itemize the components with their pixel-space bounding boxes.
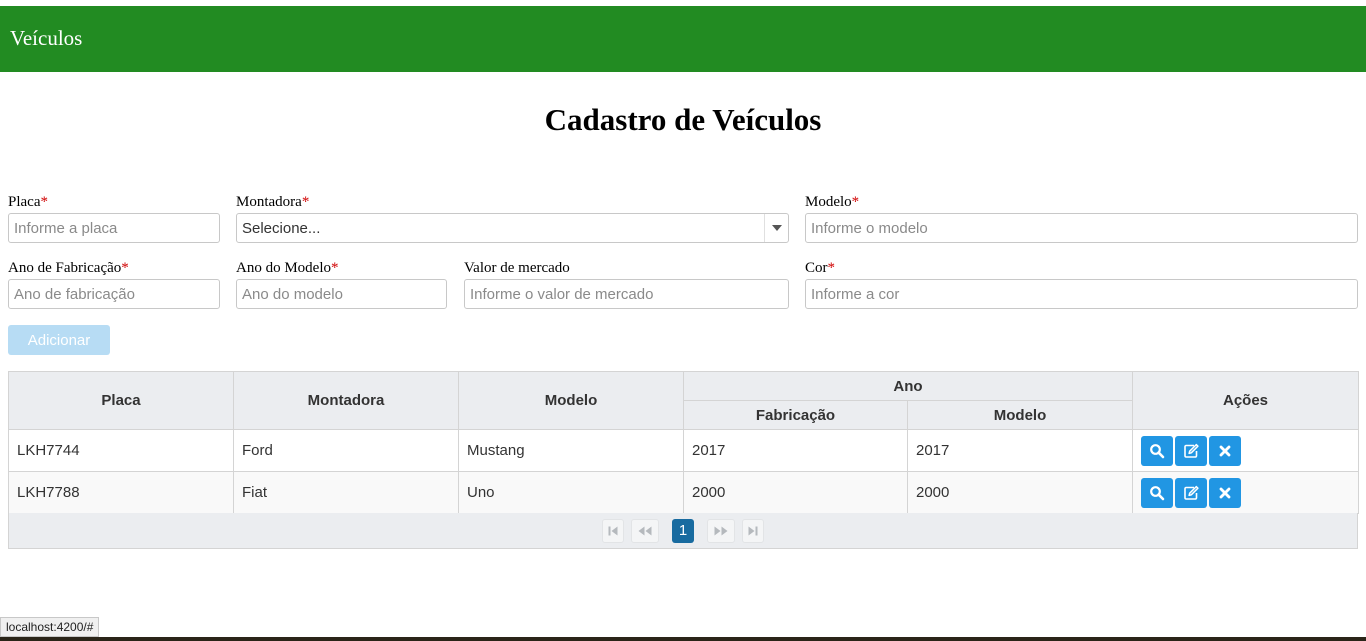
cell-ano-modelo: 2017 bbox=[906, 429, 1134, 472]
cell-placa: LKH7788 bbox=[8, 471, 234, 514]
last-page-icon bbox=[748, 526, 758, 536]
cell-acoes bbox=[1132, 471, 1360, 514]
column-header-placa[interactable]: Placa bbox=[8, 371, 234, 430]
edit-button[interactable] bbox=[1175, 435, 1208, 466]
column-header-acoes: Ações bbox=[1132, 371, 1360, 430]
cell-fabricacao: 2017 bbox=[683, 429, 908, 472]
valor-mercado-input[interactable] bbox=[464, 279, 789, 309]
placa-label: Placa* bbox=[8, 194, 48, 211]
modelo-label: Modelo* bbox=[805, 194, 859, 211]
delete-button[interactable] bbox=[1209, 477, 1242, 508]
taskbar-strip bbox=[0, 637, 1366, 641]
page-button-current[interactable]: 1 bbox=[672, 519, 694, 543]
last-page-button[interactable] bbox=[742, 519, 764, 543]
placa-label-text: Placa bbox=[8, 194, 41, 210]
modelo-input[interactable] bbox=[805, 213, 1358, 243]
browser-status-url: localhost:4200/# bbox=[0, 617, 100, 637]
montadora-label-text: Montadora bbox=[236, 194, 302, 210]
search-icon bbox=[1150, 443, 1165, 458]
cell-acoes bbox=[1132, 429, 1360, 472]
table-header: Placa Montadora Modelo Ano Ações Fabrica… bbox=[8, 371, 1360, 430]
required-mark: * bbox=[827, 260, 836, 276]
valor-mercado-label-text: Valor de mercado bbox=[464, 260, 570, 276]
ano-fabricacao-label: Ano de Fabricação* bbox=[8, 260, 129, 277]
placa-input[interactable] bbox=[8, 213, 220, 243]
montadora-selected-value: Selecione... bbox=[242, 220, 321, 237]
modelo-label-text: Modelo bbox=[805, 194, 852, 210]
add-button[interactable]: Adicionar bbox=[8, 325, 110, 355]
ano-modelo-label-text: Ano do Modelo bbox=[236, 260, 331, 276]
table-row: LKH7788 Fiat Uno 2000 2000 bbox=[8, 471, 1360, 514]
table-row: LKH7744 Ford Mustang 2017 2017 bbox=[8, 429, 1360, 472]
navbar-brand[interactable]: Veículos bbox=[10, 26, 82, 51]
required-mark: * bbox=[40, 194, 48, 210]
fast-forward-icon bbox=[714, 526, 728, 536]
column-header-fabricacao[interactable]: Fabricação bbox=[683, 400, 908, 430]
navbar: Veículos bbox=[0, 6, 1366, 72]
close-icon bbox=[1219, 487, 1231, 498]
paginator: 1 bbox=[8, 513, 1358, 549]
cell-ano-modelo: 2000 bbox=[906, 471, 1134, 514]
next-page-button[interactable] bbox=[707, 519, 735, 543]
close-icon bbox=[1219, 445, 1231, 456]
vehicles-table: Placa Montadora Modelo Ano Ações Fabrica… bbox=[8, 371, 1360, 514]
delete-button[interactable] bbox=[1209, 435, 1242, 466]
page-title: Cadastro de Veículos bbox=[544, 102, 822, 137]
ano-modelo-input[interactable] bbox=[236, 279, 447, 309]
cell-montadora: Fiat bbox=[233, 471, 459, 514]
cor-input[interactable] bbox=[805, 279, 1358, 309]
chevron-down-icon bbox=[772, 225, 782, 231]
cell-modelo: Uno bbox=[458, 471, 684, 514]
search-icon bbox=[1150, 485, 1165, 500]
edit-icon bbox=[1184, 485, 1199, 500]
edit-button[interactable] bbox=[1175, 477, 1208, 508]
column-header-ano-modelo[interactable]: Modelo bbox=[906, 400, 1134, 430]
ano-fabricacao-label-text: Ano de Fabricação bbox=[8, 260, 122, 276]
view-button[interactable] bbox=[1141, 477, 1174, 508]
ano-fabricacao-input[interactable] bbox=[8, 279, 220, 309]
montadora-label: Montadora* bbox=[236, 194, 309, 211]
column-header-montadora[interactable]: Montadora bbox=[233, 371, 459, 430]
required-mark: * bbox=[121, 260, 129, 276]
first-page-button[interactable] bbox=[602, 519, 624, 543]
required-mark: * bbox=[331, 260, 339, 276]
required-mark: * bbox=[301, 194, 310, 210]
cell-montadora: Ford bbox=[233, 429, 459, 472]
prev-page-button[interactable] bbox=[631, 519, 659, 543]
cell-placa: LKH7744 bbox=[8, 429, 234, 472]
rewind-icon bbox=[638, 526, 652, 536]
cell-fabricacao: 2000 bbox=[683, 471, 908, 514]
edit-icon bbox=[1184, 443, 1199, 458]
cor-label: Cor* bbox=[805, 260, 835, 277]
view-button[interactable] bbox=[1141, 435, 1174, 466]
cor-label-text: Cor bbox=[805, 260, 828, 276]
required-mark: * bbox=[851, 194, 860, 210]
cell-modelo: Mustang bbox=[458, 429, 684, 472]
montadora-dropdown[interactable]: Selecione... bbox=[236, 213, 789, 243]
column-header-modelo[interactable]: Modelo bbox=[458, 371, 684, 430]
montadora-dropdown-trigger[interactable] bbox=[764, 214, 788, 242]
ano-modelo-label: Ano do Modelo* bbox=[236, 260, 339, 277]
valor-mercado-label: Valor de mercado bbox=[464, 260, 570, 277]
first-page-icon bbox=[608, 526, 618, 536]
column-group-header-ano: Ano bbox=[682, 371, 1134, 401]
